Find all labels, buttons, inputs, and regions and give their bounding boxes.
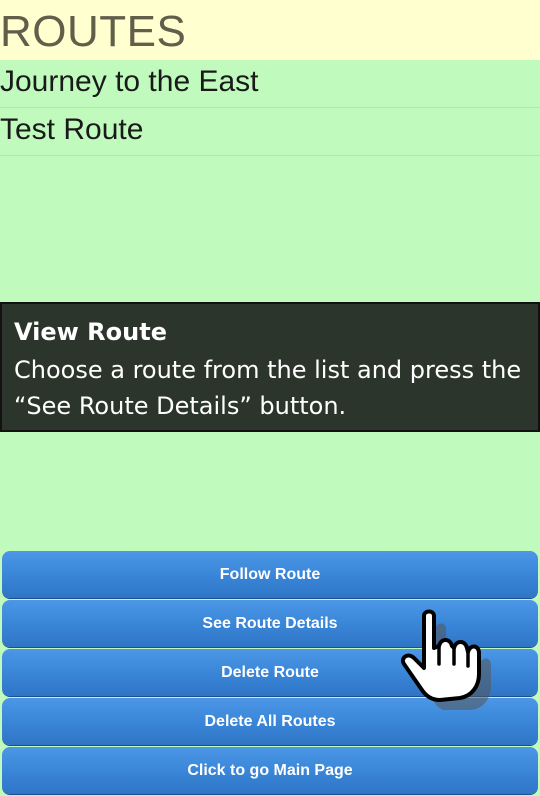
follow-route-button[interactable]: Follow Route [2, 551, 538, 598]
tooltip-title: View Route [14, 318, 167, 346]
app-header: ROUTES [0, 0, 540, 60]
hand-pointer-icon [401, 609, 491, 710]
route-list: Journey to the East Test Route [0, 60, 540, 156]
page-title: ROUTES [0, 7, 187, 56]
instruction-tooltip: View Route Choose a route from the list … [0, 302, 540, 432]
route-item-journey-to-the-east[interactable]: Journey to the East [0, 60, 540, 108]
main-page-button[interactable]: Click to go Main Page [2, 747, 538, 794]
route-item-test-route[interactable]: Test Route [0, 108, 540, 156]
tooltip-text: Choose a route from the list and press t… [14, 356, 522, 420]
